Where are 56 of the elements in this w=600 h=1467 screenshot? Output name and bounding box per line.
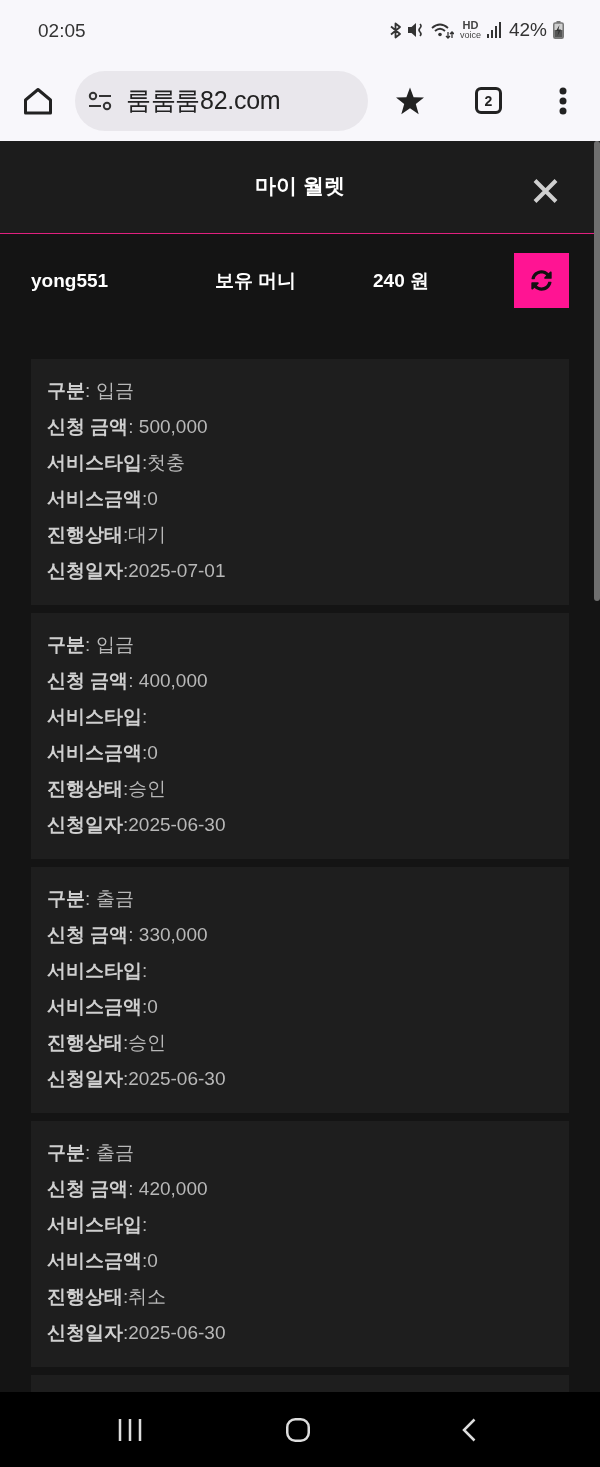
mute-icon [407,22,425,38]
transaction-field: 서비스타입: [47,953,553,989]
back-icon [462,1417,476,1442]
bookmark-button[interactable] [395,86,425,115]
transaction-field: 진행상태:승인 [47,1025,553,1061]
balance-label: 보유 머니 [215,268,298,293]
transaction-field: 구분: 출금 [47,1135,553,1171]
battery-percent: 42% [508,19,547,41]
tab-count-button[interactable]: 2 [475,87,502,114]
site-settings-icon[interactable] [88,90,112,111]
transaction-field: 구분: 출금 [47,881,553,917]
transaction-field: 서비스타입: [47,1207,553,1243]
voice-label: voice [459,31,481,40]
home-button[interactable] [23,86,53,115]
close-icon [533,179,558,203]
transaction-field: 서비스금액:0 [47,989,553,1025]
close-button[interactable] [533,179,558,203]
transaction-field: 진행상태:취소 [47,1279,553,1315]
wifi-icon [430,21,454,39]
home-icon [23,86,53,115]
back-button[interactable] [462,1417,476,1442]
transaction-field: 신청일자:2025-07-01 [47,553,553,589]
more-options-button[interactable] [559,86,567,115]
transaction-field: 신청 금액: 420,000 [47,1171,553,1207]
refresh-icon [531,270,552,291]
home-nav-button[interactable] [286,1417,310,1442]
transaction-field: 진행상태:승인 [47,771,553,807]
more-options-icon [559,86,567,115]
page-title: 마이 월렛 [255,173,345,199]
transaction-field: 신청일자:2025-06-30 [47,1061,553,1097]
star-icon [395,86,425,115]
address-bar[interactable]: 룸룸룸82.com [75,70,368,131]
signal-icon [486,22,501,38]
transaction-field: 신청일자:2025-06-30 [47,807,553,843]
transaction-field: 구분: 입금 [47,627,553,663]
username-text: yong551 [31,269,110,292]
transaction-field: 신청 금액: 400,000 [47,663,553,699]
transaction-field: 신청일자:2025-06-30 [47,1315,553,1351]
refresh-button[interactable] [514,253,569,308]
clock-time: 02:05 [38,19,86,42]
transaction-field: 신청 금액: 330,000 [47,917,553,953]
transaction-field: 서비스타입:첫충 [47,445,553,481]
transaction-field: 신청 금액: 500,000 [47,409,553,445]
balance-amount: 240 원 [373,268,430,293]
battery-charging-icon [553,21,564,39]
transaction-field: 진행상태:대기 [47,517,553,553]
transaction-field: 서비스금액:0 [47,1243,553,1279]
transaction-field: 서비스금액:0 [47,735,553,771]
recent-apps-icon [118,1417,142,1442]
transaction-field: 구분: 입금 [47,373,553,409]
home-nav-icon [286,1417,310,1442]
hd-label: HD [462,20,479,31]
bluetooth-icon [389,21,402,39]
recent-apps-button[interactable] [118,1417,142,1442]
transaction-field: 서비스타입: [47,699,553,735]
transaction-field: 서비스금액:0 [47,481,553,517]
